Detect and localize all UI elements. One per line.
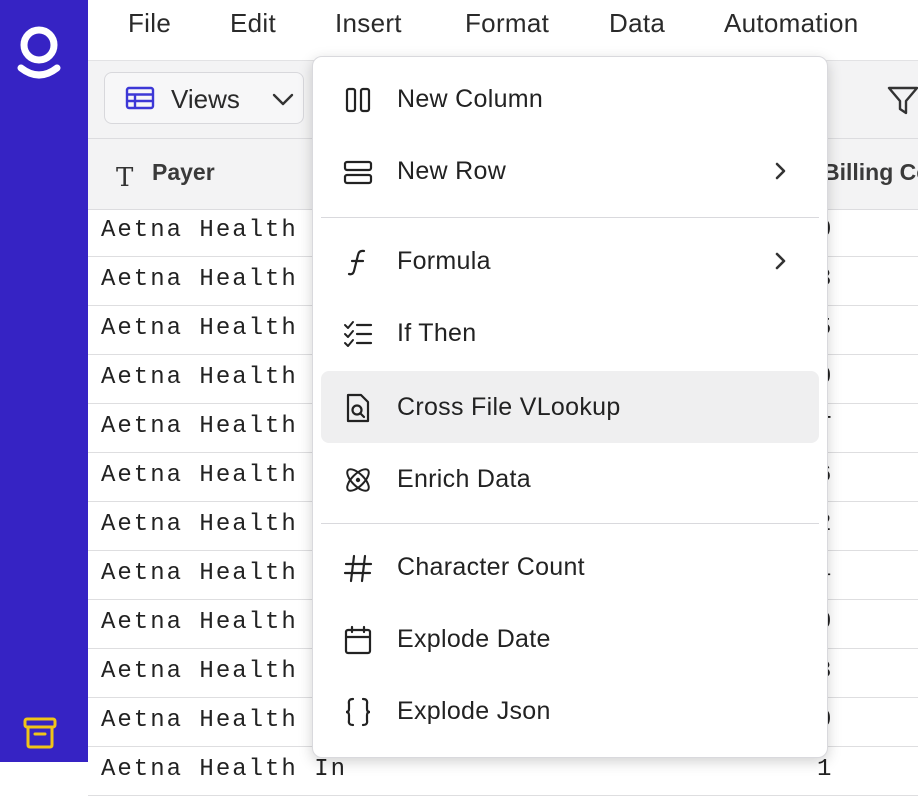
menu-item-new-row[interactable]: New Row [321,135,819,207]
menu-insert[interactable]: Insert [335,8,402,39]
hash-icon [343,554,373,583]
chevron-right-icon [775,252,786,270]
columns-icon [345,87,371,113]
menu-item-new-column[interactable]: New Column [321,63,819,135]
insert-menu: New Column New Row Formula If Then Cross… [312,56,828,758]
menu-divider [321,523,819,524]
menu-item-cross-file-vlookup[interactable]: Cross File VLookup [321,371,819,443]
cell-payer[interactable]: Aetna Health I [101,364,331,391]
cell-payer[interactable]: Aetna Health I [101,217,331,244]
cell-payer[interactable]: Aetna Health I [101,560,331,587]
cell-payer[interactable]: Aetna Health I [101,266,331,293]
menu-file[interactable]: File [128,8,171,39]
cell-billing[interactable]: 1 [817,756,832,783]
atom-icon [346,468,370,492]
menu-divider [321,217,819,218]
left-rail [0,0,88,762]
archive-icon[interactable] [22,716,58,750]
app-logo-icon[interactable] [14,24,64,84]
menu-item-label: Enrich Data [397,465,531,493]
cell-payer[interactable]: Aetna Health I [101,462,331,489]
menu-edit[interactable]: Edit [230,8,276,39]
menu-item-label: New Row [397,157,507,185]
views-label: Views [171,84,240,114]
menu-item-label: New Column [397,85,544,113]
menu-item-if-then[interactable]: If Then [321,297,819,369]
menu-item-explode-date[interactable]: Explode Date [321,603,819,675]
menu-item-label: If Then [397,319,477,347]
braces-icon [345,697,371,727]
menu-item-enrich-data[interactable]: Enrich Data [321,443,819,515]
cell-payer[interactable]: Aetna Health I [101,658,331,685]
cell-payer[interactable]: Aetna Health I [101,609,331,636]
checklist-icon [344,321,373,347]
text-type-icon: T [116,163,134,193]
views-dropdown[interactable]: Views [104,72,304,124]
column-header-payer[interactable]: Payer [152,159,215,186]
file-search-icon [346,393,370,423]
table-icon [125,86,155,110]
calendar-icon [344,625,372,655]
cell-payer[interactable]: Aetna Health I [101,511,331,538]
cell-payer[interactable]: Aetna Health I [101,413,331,440]
cell-payer[interactable]: Aetna Health I [101,707,331,734]
filter-icon[interactable] [886,83,918,117]
rows-icon [343,160,373,185]
menu-item-label: Character Count [397,553,585,581]
cell-payer[interactable]: Aetna Health In [101,756,347,783]
menu-bar: File Edit Insert Format Data Automation [88,0,918,52]
menu-item-explode-json[interactable]: Explode Json [321,675,819,747]
menu-item-label: Formula [397,247,491,275]
menu-item-label: Explode Date [397,625,551,653]
chevron-down-icon [272,93,294,106]
function-icon [347,249,366,276]
menu-item-label: Explode Json [397,697,551,725]
menu-item-formula[interactable]: Formula [321,225,819,297]
menu-data[interactable]: Data [609,8,665,39]
menu-item-character-count[interactable]: Character Count [321,531,819,603]
column-header-billing[interactable]: Billing Co [823,159,918,186]
menu-automation[interactable]: Automation [724,8,859,39]
menu-item-label: Cross File VLookup [397,393,621,421]
menu-format[interactable]: Format [465,8,549,39]
chevron-right-icon [775,162,786,180]
cell-payer[interactable]: Aetna Health I [101,315,331,342]
